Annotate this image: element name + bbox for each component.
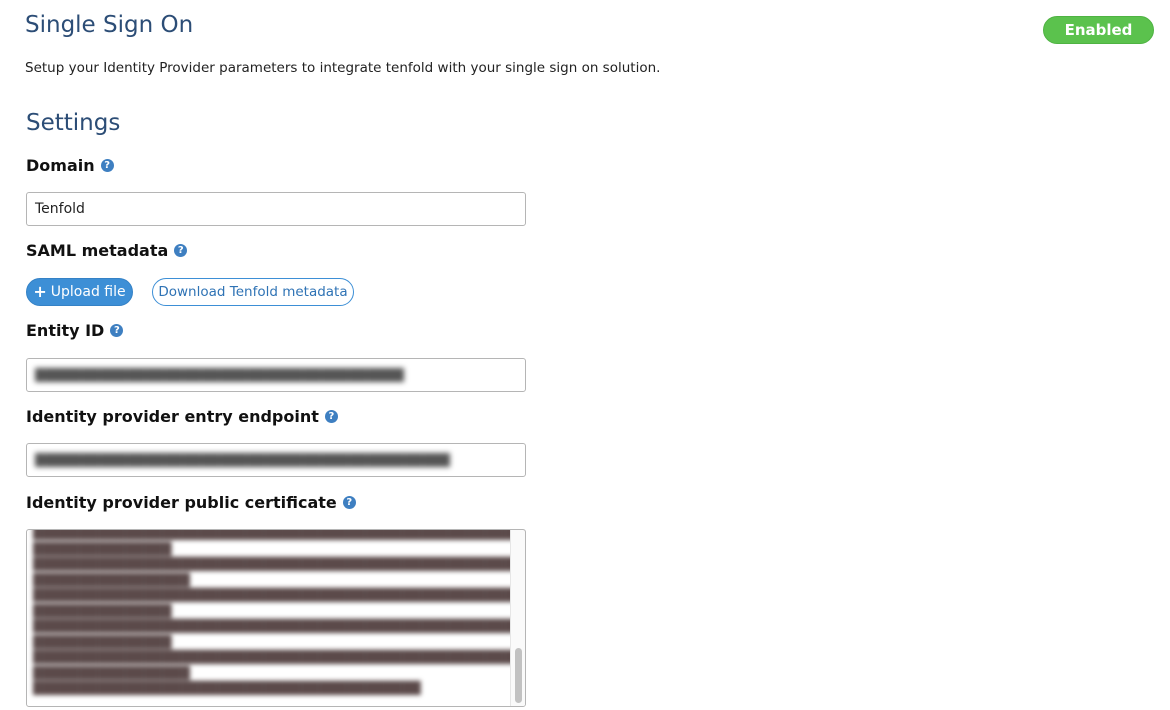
- entity-id-label-row: Entity ID ?: [26, 321, 124, 340]
- entity-id-help-icon[interactable]: ?: [110, 324, 124, 337]
- public-certificate-textarea[interactable]: ████████████████████████████████████████…: [26, 529, 526, 707]
- upload-file-label: Upload file: [50, 284, 126, 300]
- certificate-scrollbar-track[interactable]: [510, 530, 525, 706]
- entity-id-redacted-value: ████████████████████████████████████████: [35, 368, 405, 382]
- public-certificate-label-row: Identity provider public certificate ?: [26, 493, 356, 512]
- public-certificate-redacted-content: ████████████████████████████████████████…: [33, 529, 526, 695]
- domain-input[interactable]: Tenfold: [26, 192, 526, 226]
- download-metadata-button[interactable]: Download Tenfold metadata: [152, 278, 354, 306]
- saml-metadata-help-icon[interactable]: ?: [174, 244, 188, 257]
- entity-id-input[interactable]: ████████████████████████████████████████: [26, 358, 526, 392]
- entry-endpoint-redacted-value: ████████████████████████████████████████…: [35, 453, 451, 467]
- domain-help-icon[interactable]: ?: [100, 159, 114, 172]
- entity-id-label: Entity ID: [26, 321, 105, 340]
- certificate-scrollbar-thumb[interactable]: [515, 648, 522, 703]
- upload-file-button[interactable]: + Upload file: [26, 278, 133, 306]
- settings-section-title: Settings: [26, 110, 121, 136]
- domain-label-row: Domain ?: [26, 156, 114, 175]
- entry-endpoint-label-row: Identity provider entry endpoint ?: [26, 407, 338, 426]
- public-certificate-help-icon[interactable]: ?: [342, 496, 356, 509]
- entry-endpoint-input[interactable]: ████████████████████████████████████████…: [26, 443, 526, 477]
- entry-endpoint-label: Identity provider entry endpoint: [26, 407, 319, 426]
- public-certificate-label: Identity provider public certificate: [26, 493, 337, 512]
- page-title: Single Sign On: [25, 12, 194, 38]
- domain-label: Domain: [26, 156, 95, 175]
- plus-icon: +: [33, 282, 47, 301]
- entry-endpoint-help-icon[interactable]: ?: [324, 410, 338, 423]
- domain-input-value: Tenfold: [35, 201, 85, 217]
- sso-settings-page: Single Sign On Enabled Setup your Identi…: [0, 0, 1170, 710]
- page-description: Setup your Identity Provider parameters …: [25, 60, 661, 76]
- saml-metadata-label: SAML metadata: [26, 241, 169, 260]
- sso-enabled-toggle[interactable]: Enabled: [1043, 16, 1154, 44]
- saml-metadata-label-row: SAML metadata ?: [26, 241, 188, 260]
